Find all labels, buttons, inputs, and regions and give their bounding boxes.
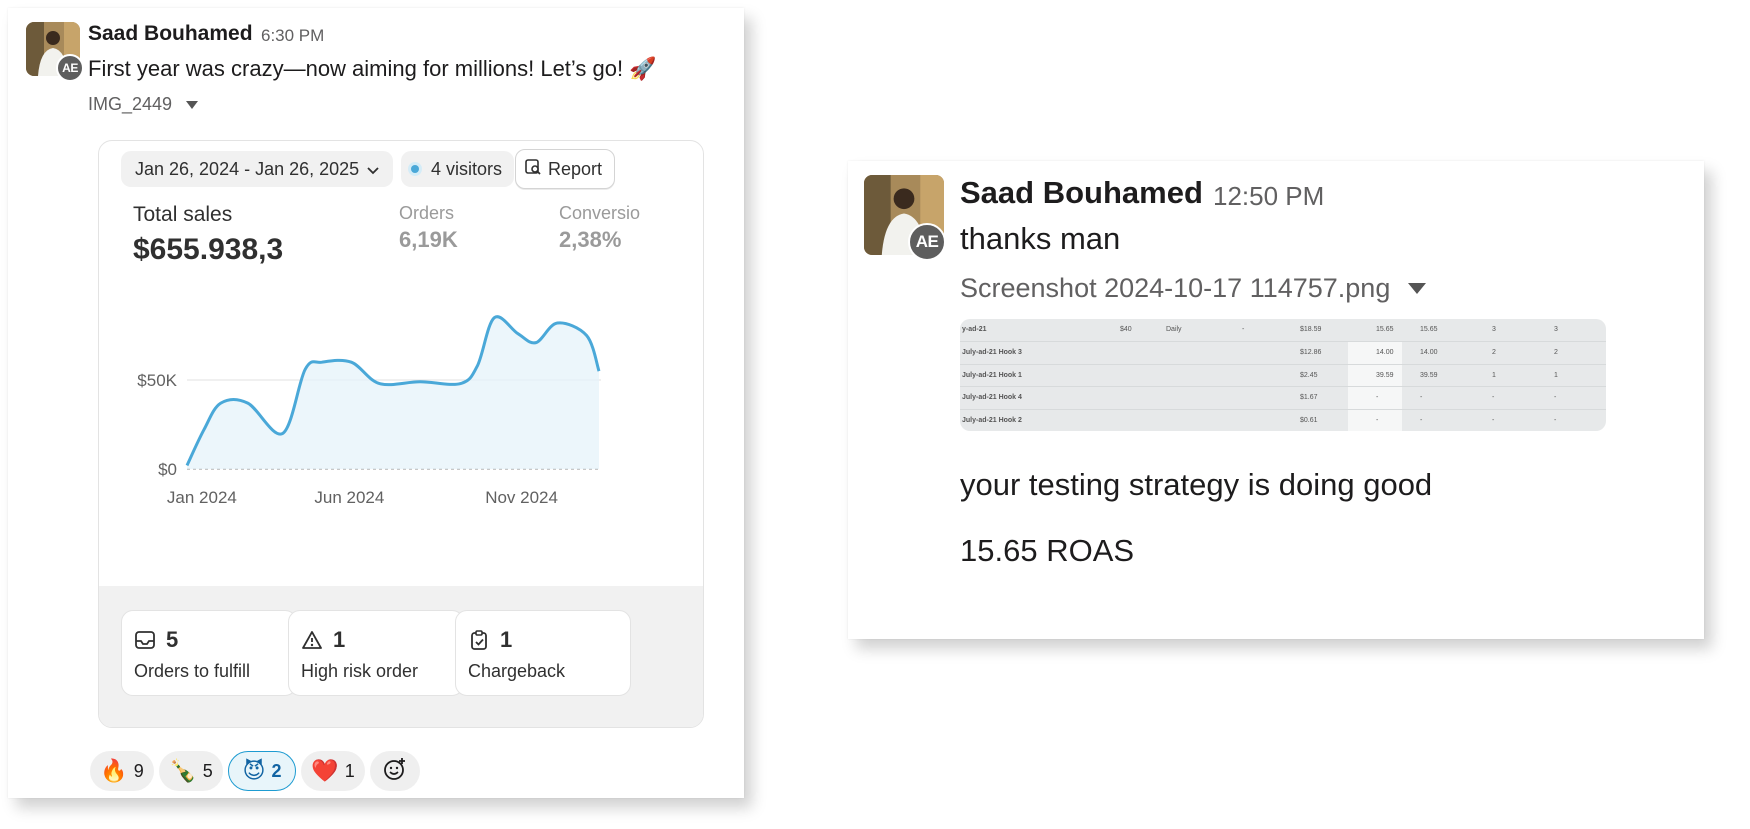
attachment-header[interactable]: IMG_2449 [88, 94, 199, 115]
reaction-count: 9 [133, 760, 144, 781]
y-tick-label: $50K [137, 371, 177, 390]
message-text: thanks man [960, 221, 1121, 256]
tasks-area: 5 Orders to fulfill 1 High risk order 1 … [99, 586, 703, 727]
x-tick-label: Jan 2024 [167, 488, 237, 507]
attachment-name: IMG_2449 [88, 94, 173, 114]
table-cell: - [1554, 394, 1557, 402]
orders-to-fulfill-tile[interactable]: 5 Orders to fulfill [121, 610, 297, 696]
table-cell: 14.00 [1420, 349, 1438, 357]
table-cell: 1 [1554, 371, 1558, 379]
timestamp[interactable]: 12:50 PM [1213, 181, 1324, 212]
chevron-down-icon[interactable] [1408, 283, 1427, 294]
tile-label: Chargeback [468, 661, 566, 681]
table-cell: - [1492, 394, 1495, 402]
message-text: First year was crazy—now aiming for mill… [88, 56, 657, 81]
table-cell: July-ad-21 Hook 3 [962, 349, 1022, 357]
table-row: y-ad-21 $40 Daily - $18.59 15.65 15.65 3 3 [960, 319, 1606, 342]
table-row: July-ad-21 Hook 4 $1.67 - - - - [960, 386, 1606, 410]
avatar-badge: AE [908, 223, 946, 261]
author-name[interactable]: Saad Bouhamed [88, 22, 253, 46]
x-tick-label: Nov 2024 [485, 488, 558, 507]
reaction-count: 1 [344, 760, 355, 781]
tile-value: 1 [500, 627, 513, 652]
table-cell: Daily [1166, 326, 1182, 333]
attachment-name: Screenshot 2024-10-17 114757.png [960, 273, 1391, 303]
avatar[interactable]: AE [864, 175, 946, 261]
reaction-champagne[interactable]: 🍾 5 [159, 751, 223, 791]
left-message-card: AE Saad Bouhamed 6:30 PM First year was … [8, 8, 744, 798]
x-tick-label: Jun 2024 [314, 488, 384, 507]
tile-value: 5 [166, 627, 179, 652]
chargeback-tile[interactable]: 1 Chargeback [455, 610, 631, 696]
avatar-badge: AE [56, 54, 84, 82]
heart-icon: ❤️ [311, 758, 339, 783]
inbox-icon [134, 629, 156, 651]
add-reaction-icon [382, 756, 408, 787]
devil-icon: 😈 [242, 758, 266, 783]
table-row: July-ad-21 Hook 1 $2.45 39.59 39.59 1 1 [960, 363, 1606, 388]
table-cell: - [1376, 416, 1379, 424]
table-cell: 1 [1492, 371, 1496, 379]
message-text: your testing strategy is doing good [960, 467, 1433, 502]
add-reaction-button[interactable] [370, 751, 420, 791]
table-cell: 3 [1554, 326, 1558, 333]
tile-label: High risk order [301, 661, 419, 681]
attachment-header[interactable]: Screenshot 2024-10-17 114757.png [960, 273, 1427, 304]
message-text: 15.65 ROAS [960, 533, 1135, 568]
table-cell: 39.59 [1376, 371, 1394, 379]
table-row: July-ad-21 Hook 2 $0.61 - - - - [960, 408, 1606, 431]
table-row: July-ad-21 Hook 3 $12.86 14.00 14.00 2 2 [960, 341, 1606, 365]
table-cell: July-ad-21 Hook 2 [962, 416, 1022, 424]
avatar[interactable]: AE [26, 22, 84, 82]
table-cell: July-ad-21 Hook 4 [962, 394, 1022, 402]
y-tick-label: $0 [158, 460, 177, 479]
clipboard-check-icon [468, 629, 490, 651]
ads-table-screenshot[interactable]: y-ad-21 $40 Daily - $18.59 15.65 15.65 3 3 July-a… [960, 319, 1606, 431]
table-cell: - [1420, 394, 1423, 402]
table-cell: $40 [1120, 326, 1132, 333]
table-cell: 2 [1492, 349, 1496, 357]
sales-chart: $0 $50K Jan 2024 Jun 2024 Nov 2024 [137, 315, 601, 507]
tile-value: 1 [333, 627, 346, 652]
table-cell: - [1242, 326, 1245, 333]
table-cell: July-ad-21 Hook 1 [962, 371, 1022, 379]
high-risk-order-tile[interactable]: 1 High risk order [288, 610, 464, 696]
table-cell: - [1492, 416, 1495, 424]
reaction-fire[interactable]: 🔥 9 [90, 751, 154, 791]
table-cell: 15.65 [1376, 326, 1394, 333]
table-cell: 3 [1492, 326, 1496, 333]
table-cell: - [1420, 416, 1423, 424]
champagne-icon: 🍾 [169, 758, 197, 783]
table-cell: - [1554, 416, 1557, 424]
table-cell: 39.59 [1420, 371, 1438, 379]
sales-area-fill [187, 316, 599, 469]
table-cell: $2.45 [1300, 371, 1318, 379]
table-cell: 15.65 [1420, 326, 1438, 333]
table-cell: 2 [1554, 349, 1558, 357]
table-cell: $18.59 [1300, 326, 1322, 333]
chevron-down-icon[interactable] [186, 100, 199, 109]
table-cell: 14.00 [1376, 349, 1394, 357]
table-cell: - [1376, 394, 1379, 402]
right-message-card: AE Saad Bouhamed 12:50 PM thanks man Scr… [848, 161, 1704, 639]
table-cell: $1.67 [1300, 394, 1318, 402]
reaction-heart[interactable]: ❤️ 1 [301, 751, 365, 791]
tile-label: Orders to fulfill [134, 661, 251, 681]
table-cell: $12.86 [1300, 349, 1322, 357]
author-name[interactable]: Saad Bouhamed [960, 175, 1203, 211]
reaction-count: 2 [271, 760, 282, 781]
fire-icon: 🔥 [100, 758, 128, 783]
shopify-dashboard-image[interactable]: Jan 26, 2024 - Jan 26, 2025 4 visitors R… [98, 140, 704, 728]
table-cell: y-ad-21 [962, 326, 987, 333]
table-cell: $0.61 [1300, 416, 1318, 424]
timestamp[interactable]: 6:30 PM [261, 26, 324, 46]
warning-icon [301, 629, 323, 651]
reaction-count: 5 [202, 760, 213, 781]
reaction-devil[interactable]: 😈 2 [228, 751, 296, 791]
